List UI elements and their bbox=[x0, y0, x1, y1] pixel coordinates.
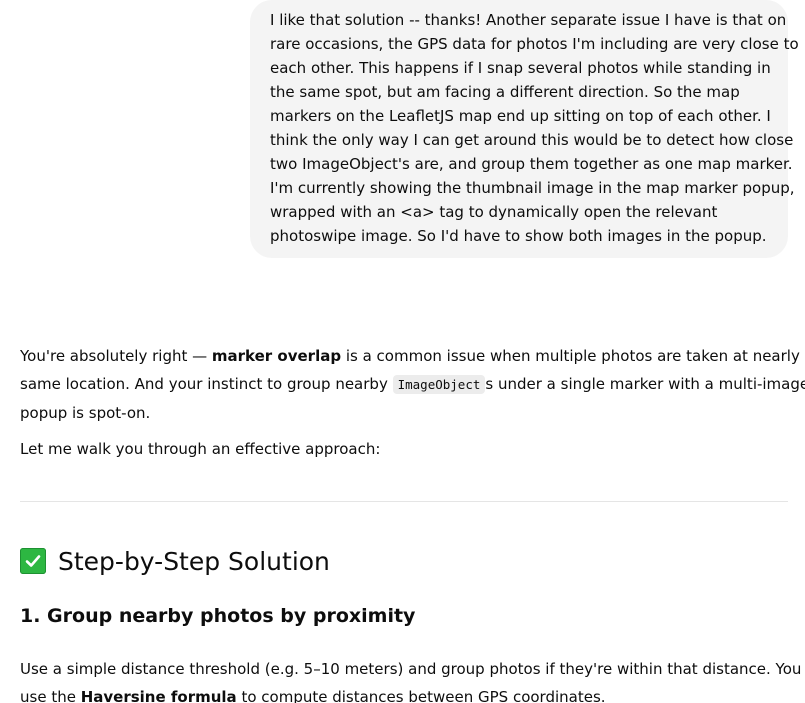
assistant-intro-paragraph: You're absolutely right — marker overlap… bbox=[20, 342, 805, 427]
text-run: same location. And your instinct to grou… bbox=[20, 375, 393, 393]
paragraph-line: Use a simple distance threshold (e.g. 5–… bbox=[20, 660, 805, 678]
check-mark-button-icon bbox=[20, 548, 46, 574]
user-message-line: I'm currently showing the thumbnail imag… bbox=[270, 179, 795, 197]
user-message-line: photoswipe image. So I'd have to show bo… bbox=[270, 227, 767, 245]
user-message-line: each other. This happens if I snap sever… bbox=[270, 59, 771, 77]
section-heading: Step-by-Step Solution bbox=[20, 544, 330, 578]
subsection-paragraph: Use a simple distance threshold (e.g. 5–… bbox=[20, 655, 805, 703]
user-message-line: markers on the LeafletJS map end up sitt… bbox=[270, 107, 771, 125]
section-heading-text: Step-by-Step Solution bbox=[58, 546, 330, 576]
paragraph-line: popup is spot-on. bbox=[20, 404, 151, 422]
user-message-line: the same spot, but am facing a different… bbox=[270, 83, 740, 101]
user-message-line: two ImageObject's are, and group them to… bbox=[270, 155, 793, 173]
user-message-line: wrapped with an <a> tag to dynamically o… bbox=[270, 203, 718, 221]
text-run: use the bbox=[20, 688, 81, 703]
assistant-message: You're absolutely right — marker overlap… bbox=[20, 342, 805, 463]
check-glyph bbox=[25, 555, 41, 567]
subsection-heading: 1. Group nearby photos by proximity bbox=[20, 605, 416, 627]
paragraph-line: same location. And your instinct to grou… bbox=[20, 370, 805, 399]
bold-text: marker overlap bbox=[211, 347, 342, 365]
user-message-text: I like that solution -- thanks! Another … bbox=[270, 8, 799, 248]
user-message-bubble: I like that solution -- thanks! Another … bbox=[250, 0, 799, 258]
user-message-line: rare occasions, the GPS data for photos … bbox=[270, 35, 799, 53]
text-run: is a common issue when multiple photos a… bbox=[341, 347, 805, 365]
user-message-line: I like that solution -- thanks! Another … bbox=[270, 11, 787, 29]
user-message-line: think the only way I can get around this… bbox=[270, 131, 794, 149]
paragraph-line: You're absolutely right — marker overlap… bbox=[20, 342, 805, 370]
inline-code: ImageObject bbox=[392, 375, 486, 394]
section-divider bbox=[20, 501, 788, 502]
text-run: s under a single marker with a multi-ima… bbox=[485, 375, 805, 393]
text-run: You're absolutely right — bbox=[20, 347, 212, 365]
bold-text: Haversine formula bbox=[80, 688, 237, 703]
assistant-lead-paragraph: Let me walk you through an effective app… bbox=[20, 440, 381, 458]
text-run: to compute distances between GPS coordin… bbox=[236, 688, 606, 703]
chat-page: I like that solution -- thanks! Another … bbox=[0, 0, 805, 703]
paragraph-line: use the Haversine formula to compute dis… bbox=[20, 683, 790, 703]
